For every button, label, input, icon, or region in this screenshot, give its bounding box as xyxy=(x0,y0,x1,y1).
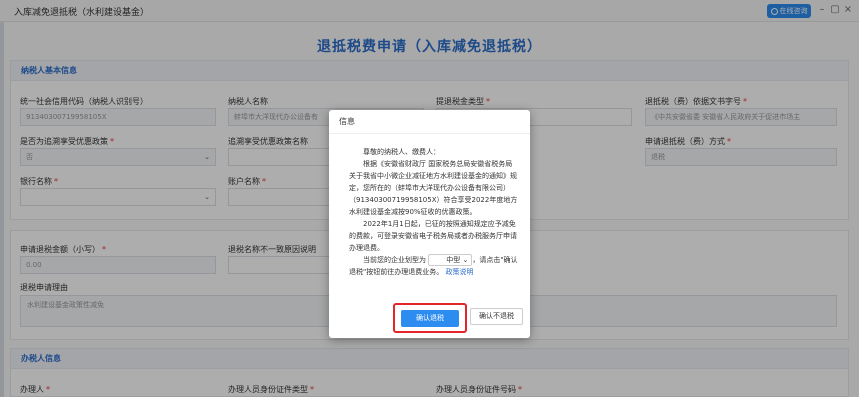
dialog-para-3: 当前您的企业划型为 中型 ⌄ ，请点击"确认退税"按钮前往办理退费业务。 政策说明 xyxy=(349,254,518,276)
info-dialog: 信息 尊敬的纳税人、缴费人： 根据《安徽省财政厅 国家税务总局安徽省税务局关于我… xyxy=(329,110,530,338)
policy-link[interactable]: 政策说明 xyxy=(445,268,473,276)
dialog-title: 信息 xyxy=(329,110,530,134)
dialog-para-2: 2022年1月1日起，已征的按照通知规定应予减免的费款，可登录安徽省电子税务局或… xyxy=(349,220,517,252)
dialog-body: 尊敬的纳税人、缴费人： 根据《安徽省财政厅 国家税务总局安徽省税务局关于我省中小… xyxy=(349,146,519,278)
dialog-para-1: 根据《安徽省财政厅 国家税务总局安徽省税务局关于我省中小微企业减征地方水利建设基… xyxy=(349,160,518,216)
enterprise-type-select[interactable]: 中型 ⌄ xyxy=(428,254,473,266)
dialog-greeting: 尊敬的纳税人、缴费人： xyxy=(363,148,440,156)
decline-refund-button[interactable]: 确认不退税 xyxy=(470,308,523,325)
confirm-highlight-box: 确认退税 xyxy=(393,303,467,333)
confirm-refund-button[interactable]: 确认退税 xyxy=(401,310,459,327)
